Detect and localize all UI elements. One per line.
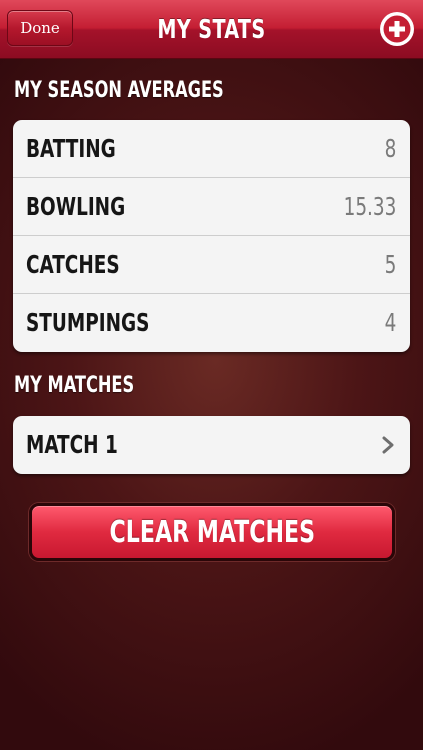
row-value: 15.33 <box>343 192 396 221</box>
plus-circle-icon <box>380 12 414 46</box>
my-matches-header: MY MATCHES <box>14 373 135 398</box>
page-title: MY STATS <box>157 15 266 45</box>
average-row-batting: BATTING 8 <box>13 120 410 178</box>
match-row[interactable]: MATCH 1 <box>13 416 410 474</box>
row-value: 5 <box>384 250 396 279</box>
season-averages-header: MY SEASON AVERAGES <box>14 78 224 103</box>
row-value: 8 <box>384 134 396 163</box>
clear-matches-label: CLEAR MATCHES <box>109 514 315 550</box>
match-label: MATCH 1 <box>26 430 118 459</box>
chevron-right-icon <box>382 436 394 454</box>
row-label: BATTING <box>26 134 116 163</box>
average-row-bowling: BOWLING 15.33 <box>13 178 410 236</box>
average-row-stumpings: STUMPINGS 4 <box>13 294 410 352</box>
matches-list: MATCH 1 <box>13 416 410 474</box>
row-label: BOWLING <box>26 192 126 221</box>
row-label: CATCHES <box>26 250 120 279</box>
navigation-bar: Done MY STATS <box>0 0 423 59</box>
add-button[interactable] <box>378 10 416 48</box>
clear-matches-button[interactable]: CLEAR MATCHES <box>29 503 395 561</box>
done-button[interactable]: Done <box>7 10 73 46</box>
row-value: 4 <box>384 308 396 337</box>
row-label: STUMPINGS <box>26 308 150 337</box>
season-averages-list: BATTING 8 BOWLING 15.33 CATCHES 5 STUMPI… <box>13 120 410 352</box>
average-row-catches: CATCHES 5 <box>13 236 410 294</box>
